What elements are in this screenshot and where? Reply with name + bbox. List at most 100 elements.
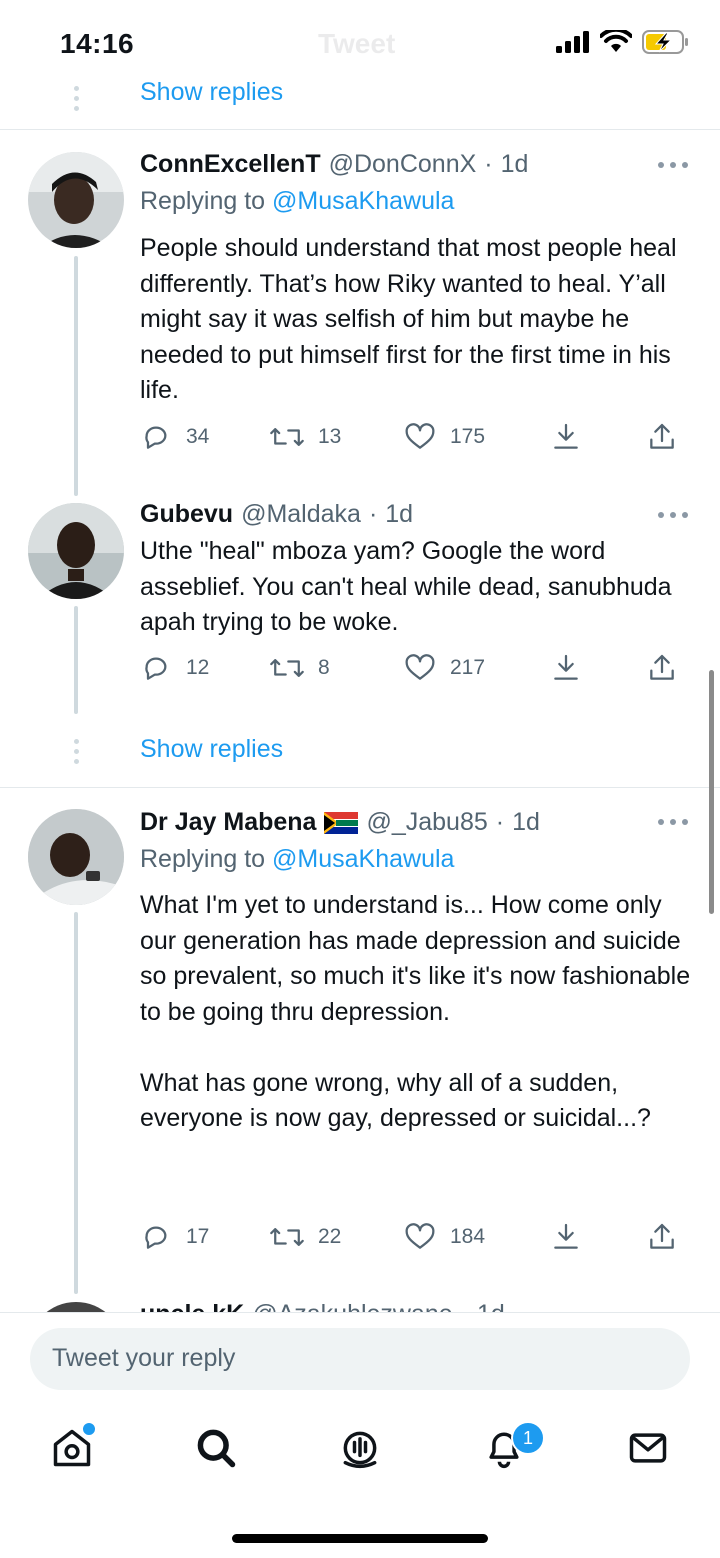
tweet-text: People should understand that most peopl… [140,234,677,404]
scrollbar-thumb[interactable] [709,670,714,914]
reply-button[interactable]: 17 [140,1221,209,1253]
separator: · [484,150,493,178]
home-new-indicator [81,1421,97,1437]
reply-button[interactable]: 34 [140,421,209,453]
share-button[interactable] [646,652,678,684]
timestamp[interactable]: 1d [512,808,540,837]
mention-link[interactable]: @MusaKhawula [272,845,454,873]
handle[interactable]: @Maldaka [241,500,361,529]
display-name[interactable]: Dr Jay Mabena [140,808,316,837]
tweet-text: Uthe "heal" mboza yam? Google the word a… [140,537,672,636]
avatar[interactable] [28,152,124,248]
share-icon [650,423,674,449]
status-time: 14:16 [60,28,135,59]
south-africa-flag-icon [324,811,359,834]
timestamp[interactable]: 1d [477,1300,505,1312]
share-button[interactable] [646,421,678,453]
download-button[interactable] [550,1221,582,1253]
like-count: 175 [450,425,486,448]
like-button[interactable]: 217 [404,652,485,684]
share-button[interactable] [646,1221,678,1253]
retweet-icon [270,428,304,446]
separator: · [368,500,378,528]
reply-count: 34 [186,425,210,448]
like-button[interactable]: 175 [404,421,485,453]
show-replies-link[interactable]: Show replies [140,735,283,764]
tweet-header: uncle kK @Azakuhlezwane · 1d [140,1300,505,1312]
thread-dots [73,739,79,764]
divider [0,129,720,130]
reply-count: 17 [186,1225,210,1248]
tweet-header: ConnExcellenT @DonConnX · 1d [140,150,528,179]
timestamp[interactable]: 1d [385,500,413,529]
retweet-button[interactable]: 8 [270,652,330,684]
retweet-count: 8 [318,656,330,679]
separator: · [461,1300,469,1312]
more-options-icon[interactable] [658,162,688,168]
battery-charging-icon [642,30,688,54]
like-count: 184 [450,1225,486,1248]
download-icon [554,1223,578,1249]
reply-placeholder: Tweet your reply [52,1344,236,1372]
avatar[interactable] [28,809,124,905]
thread-line [74,606,78,714]
divider [0,787,720,788]
more-options-icon[interactable] [658,819,688,825]
tweet-actions: 34 13 175 [140,421,690,457]
notification-badge: 1 [511,1421,545,1455]
tweet-actions: 17 22 184 [140,1221,690,1257]
retweet-icon [270,659,304,677]
thread-line [74,912,78,1294]
timestamp[interactable]: 1d [501,150,529,179]
more-options-icon[interactable] [658,512,688,518]
thread-dots [73,86,79,111]
avatar[interactable] [28,503,124,599]
download-icon [554,423,578,449]
handle[interactable]: @DonConnX [329,150,477,179]
tweet-header: Gubevu @Maldaka · 1d [140,500,413,529]
download-button[interactable] [550,652,582,684]
handle[interactable]: @Azakuhlezwane [252,1300,453,1312]
share-icon [650,654,674,680]
heart-icon [405,654,435,680]
retweet-count: 13 [318,425,342,448]
display-name[interactable]: Gubevu [140,500,233,529]
home-indicator [232,1534,488,1543]
retweet-count: 22 [318,1225,342,1248]
search-icon[interactable] [194,1426,238,1470]
retweet-icon [270,1228,304,1246]
tweet-reply-input[interactable]: Tweet your reply [30,1328,690,1390]
thread-line [74,256,78,496]
display-name[interactable]: ConnExcellenT [140,150,321,179]
spaces-icon[interactable] [338,1426,382,1470]
retweet-button[interactable]: 22 [270,1221,341,1253]
reply-button[interactable]: 12 [140,652,209,684]
like-button[interactable]: 184 [404,1221,485,1253]
tweet-header: Dr Jay Mabena @_Jabu85 · 1d [140,808,540,837]
messages-icon[interactable] [626,1426,670,1470]
retweet-button[interactable]: 13 [270,421,341,453]
avatar[interactable] [28,1302,124,1312]
tweet-text: What I'm yet to understand is... How com… [140,891,691,1132]
download-icon [554,654,578,680]
mention-link[interactable]: @MusaKhawula [272,187,454,215]
header-title: Tweet [318,28,396,59]
partial-tweet: uncle kK @Azakuhlezwane · 1d [0,1296,720,1312]
heart-icon [405,423,435,449]
show-replies-link-top[interactable]: Show replies [140,78,283,107]
status-icons [556,30,690,54]
cellular-signal-icon [556,31,589,53]
display-name[interactable]: uncle kK [140,1300,244,1312]
bottom-nav [0,1410,720,1490]
like-count: 217 [450,656,486,679]
handle[interactable]: @_Jabu85 [366,808,487,837]
share-icon [650,1223,674,1249]
divider [0,1312,720,1313]
replying-to: Replying to @MusaKhawula [140,187,454,216]
download-button[interactable] [550,421,582,453]
reply-icon [145,1226,167,1249]
wifi-icon [600,30,632,52]
replying-prefix: Replying to [140,845,273,873]
heart-icon [405,1223,435,1249]
reply-icon [145,426,167,449]
